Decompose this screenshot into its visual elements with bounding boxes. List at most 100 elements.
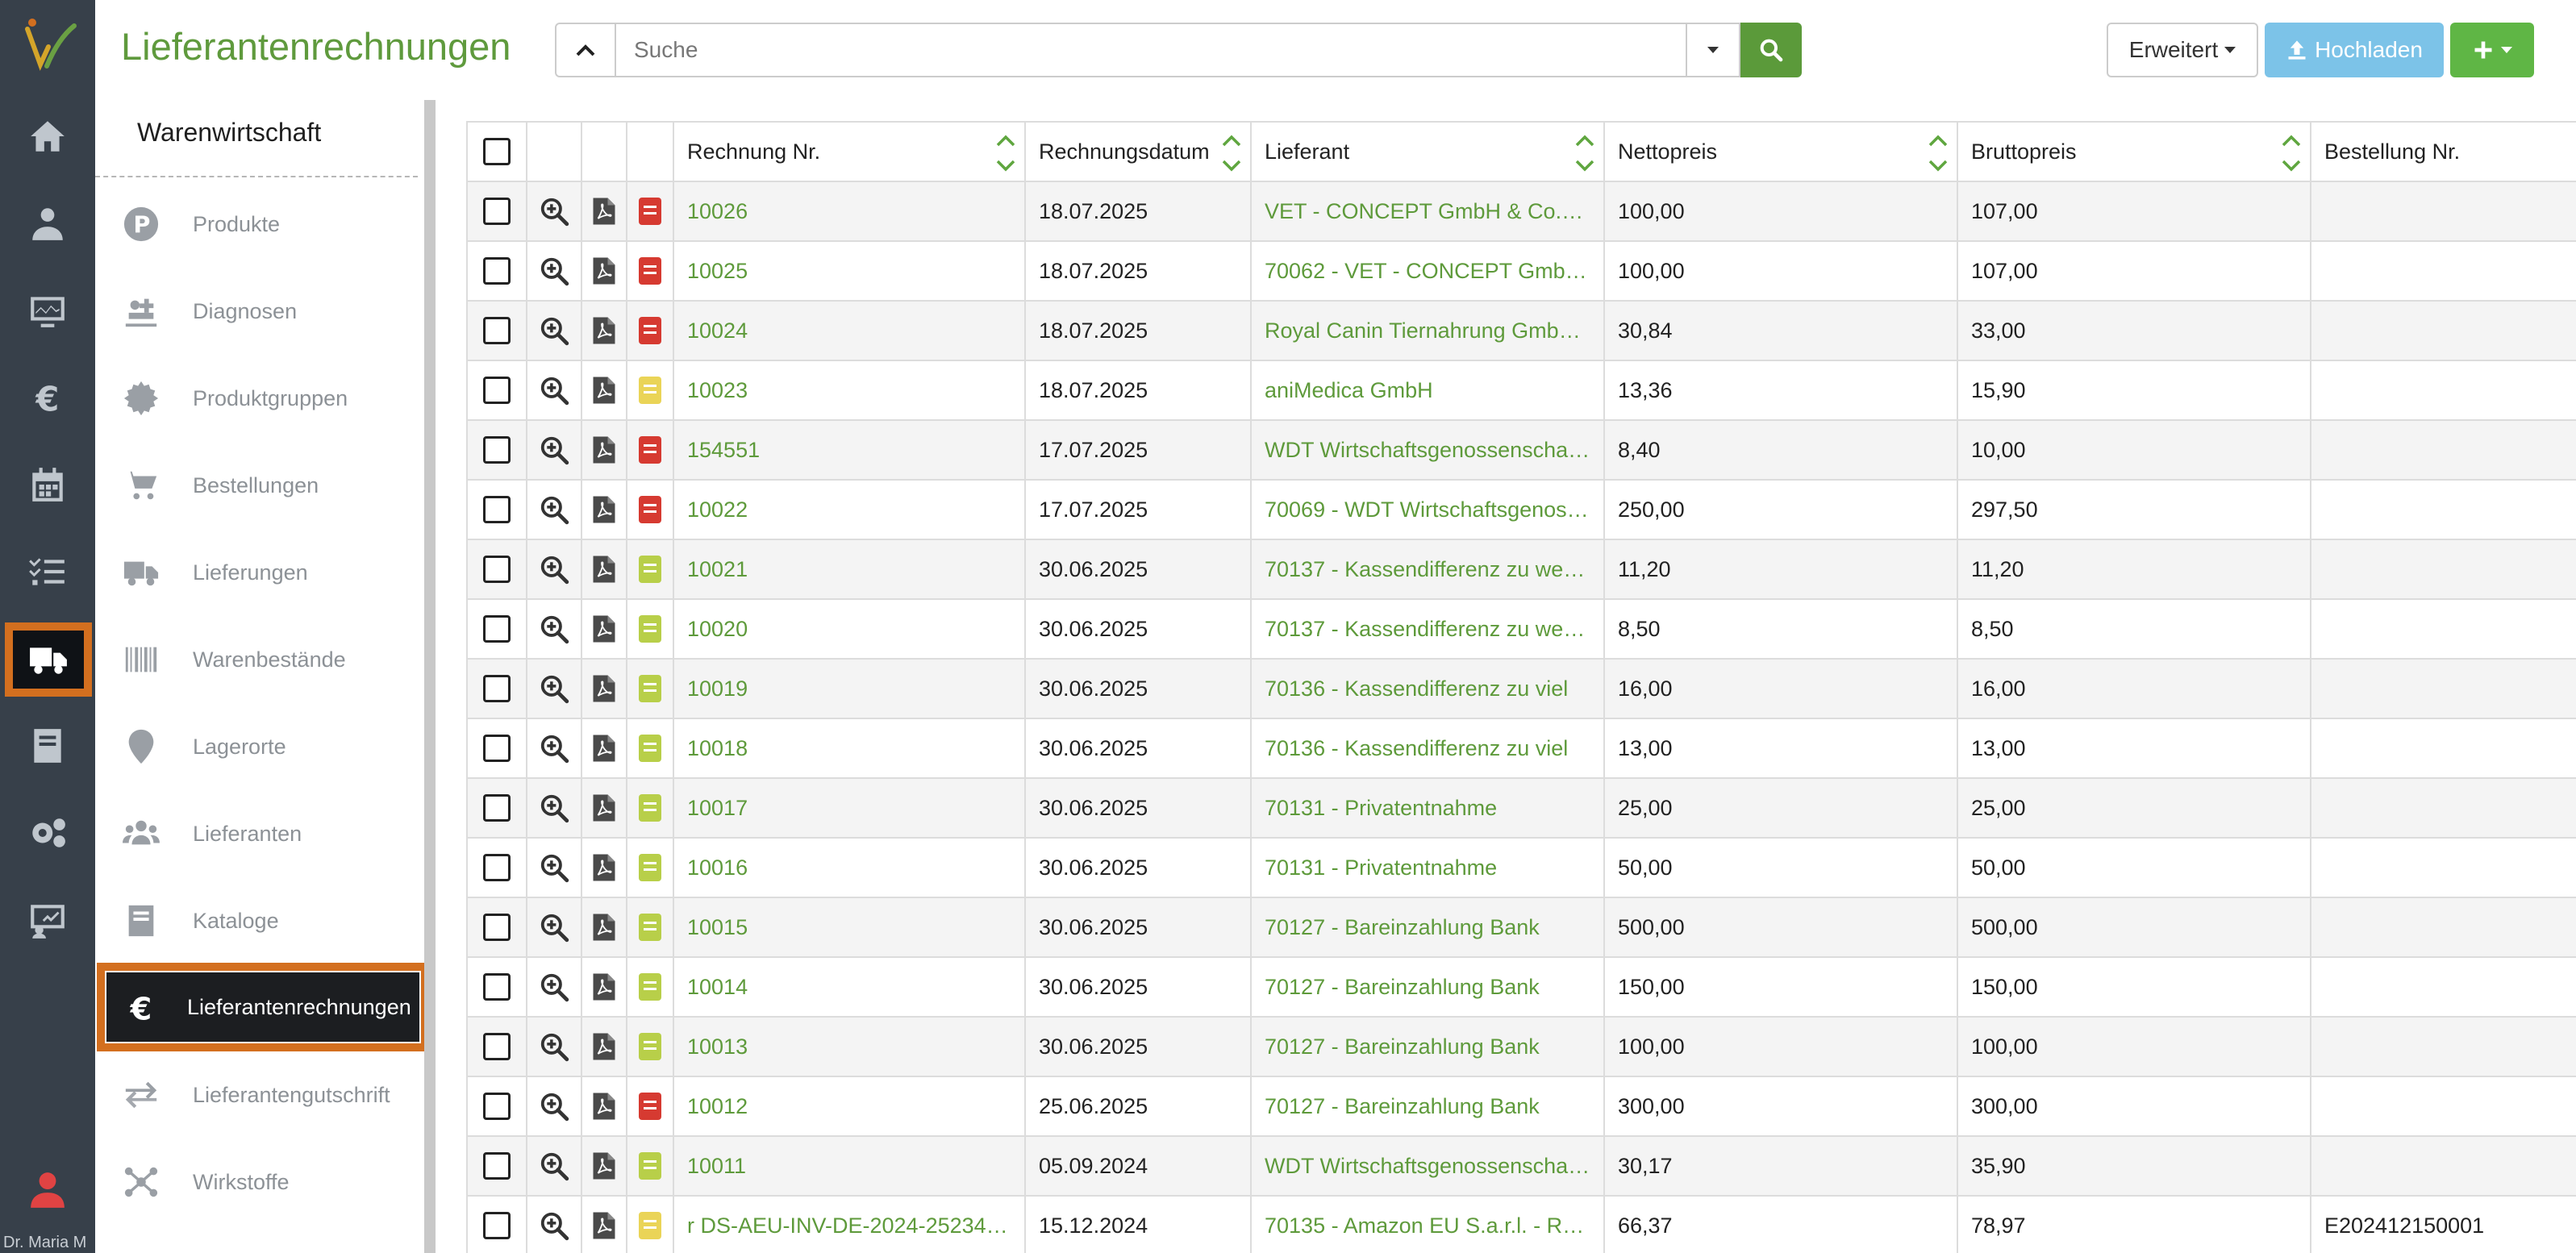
pdf-icon[interactable] xyxy=(592,1151,616,1180)
status-book-icon[interactable] xyxy=(639,973,661,1001)
row-checkbox[interactable] xyxy=(483,198,511,225)
lieferant[interactable]: 70135 - Amazon EU S.a.r.l. - Rumänien xyxy=(1250,1195,1605,1253)
user-avatar-icon[interactable] xyxy=(27,1169,68,1209)
rechnung-nr[interactable]: 10011 xyxy=(673,1135,1026,1197)
row-checkbox[interactable] xyxy=(483,854,511,881)
zoom-in-icon[interactable] xyxy=(539,315,569,346)
pdf-icon[interactable] xyxy=(592,853,616,882)
table-row[interactable]: 10026 18.07.2025 VET - CONCEPT GmbH & Co… xyxy=(466,181,2576,242)
lieferant[interactable]: 70136 - Kassendifferenz zu viel xyxy=(1250,658,1605,719)
row-checkbox[interactable] xyxy=(483,556,511,583)
lieferant[interactable]: VET - CONCEPT GmbH & Co.KG xyxy=(1250,181,1605,242)
sort-icon[interactable] xyxy=(1221,131,1242,176)
rechnung-nr[interactable]: 10014 xyxy=(673,956,1026,1018)
select-all-checkbox[interactable] xyxy=(483,138,511,165)
rail-finance[interactable]: € xyxy=(0,361,95,434)
sidebar-item-lieferantengutschrift[interactable]: Lieferantengutschrift xyxy=(95,1059,418,1130)
lieferant[interactable]: aniMedica GmbH xyxy=(1250,360,1605,421)
rechnung-nr[interactable]: 154551 xyxy=(673,419,1026,481)
search-collapse-button[interactable] xyxy=(555,23,616,77)
zoom-in-icon[interactable] xyxy=(539,494,569,525)
table-row[interactable]: 10015 30.06.2025 70127 - Bareinzahlung B… xyxy=(466,897,2576,958)
row-checkbox[interactable] xyxy=(483,794,511,822)
table-row[interactable]: r DS-AEU-INV-DE-2024-252349866 15.12.202… xyxy=(466,1195,2576,1253)
row-checkbox[interactable] xyxy=(483,1093,511,1120)
table-row[interactable]: 10023 18.07.2025 aniMedica GmbH 13,36 15… xyxy=(466,360,2576,421)
rechnung-nr[interactable]: 10017 xyxy=(673,777,1026,839)
sort-icon[interactable] xyxy=(995,131,1016,176)
sidebar-scrollbar[interactable] xyxy=(424,100,436,1253)
rail-settings[interactable] xyxy=(0,797,95,869)
table-row[interactable]: 10018 30.06.2025 70136 - Kassendifferenz… xyxy=(466,718,2576,779)
zoom-in-icon[interactable] xyxy=(539,256,569,286)
status-book-icon[interactable] xyxy=(639,257,661,285)
pdf-icon[interactable] xyxy=(592,734,616,763)
status-book-icon[interactable] xyxy=(639,1093,661,1120)
zoom-in-icon[interactable] xyxy=(539,614,569,644)
row-checkbox[interactable] xyxy=(483,1033,511,1060)
pdf-icon[interactable] xyxy=(592,913,616,942)
sidebar-item-warenbestaende[interactable]: Warenbestände xyxy=(95,624,418,695)
row-checkbox[interactable] xyxy=(483,1152,511,1180)
lieferant[interactable]: WDT Wirtschaftsgenossenschaft deutscher … xyxy=(1250,419,1605,481)
search-button[interactable] xyxy=(1740,23,1802,77)
rechnung-nr[interactable]: 10019 xyxy=(673,658,1026,719)
rechnung-nr[interactable]: 10020 xyxy=(673,598,1026,660)
status-book-icon[interactable] xyxy=(639,496,661,523)
status-book-icon[interactable] xyxy=(639,377,661,404)
table-row[interactable]: 10017 30.06.2025 70131 - Privatentnahme … xyxy=(466,777,2576,839)
pdf-icon[interactable] xyxy=(592,555,616,584)
rail-home[interactable] xyxy=(0,100,95,173)
sidebar-item-diagnosen[interactable]: Diagnosen xyxy=(95,276,418,347)
sidebar-item-lieferantenrechnungen[interactable]: € Lieferantenrechnungen xyxy=(97,963,429,1051)
zoom-in-icon[interactable] xyxy=(539,1210,569,1241)
sidebar-item-lieferungen[interactable]: Lieferungen xyxy=(95,537,418,608)
row-checkbox[interactable] xyxy=(483,914,511,941)
status-book-icon[interactable] xyxy=(639,198,661,225)
app-logo[interactable] xyxy=(16,15,79,79)
erweitert-button[interactable]: Erweitert xyxy=(2107,23,2258,77)
pdf-icon[interactable] xyxy=(592,793,616,822)
row-checkbox[interactable] xyxy=(483,257,511,285)
row-checkbox[interactable] xyxy=(483,1212,511,1239)
sidebar-item-lagerorte[interactable]: Lagerorte xyxy=(95,711,418,782)
table-row[interactable]: 10013 30.06.2025 70127 - Bareinzahlung B… xyxy=(466,1016,2576,1077)
lieferant[interactable]: 70136 - Kassendifferenz zu viel xyxy=(1250,718,1605,779)
table-row[interactable]: 10016 30.06.2025 70131 - Privatentnahme … xyxy=(466,837,2576,898)
status-book-icon[interactable] xyxy=(639,1212,661,1239)
rail-monitor[interactable] xyxy=(0,274,95,347)
header-bestellung-nr[interactable]: Bestellung Nr. xyxy=(2310,121,2576,182)
lieferant[interactable]: 70137 - Kassendifferenz zu wenig xyxy=(1250,539,1605,600)
rechnung-nr[interactable]: 10013 xyxy=(673,1016,1026,1077)
lieferant[interactable]: 70131 - Privatentnahme xyxy=(1250,777,1605,839)
lieferant[interactable]: 70069 - WDT Wirtschaftsgenossenschaft xyxy=(1250,479,1605,540)
zoom-in-icon[interactable] xyxy=(539,1031,569,1062)
rail-calendar[interactable] xyxy=(0,448,95,521)
zoom-in-icon[interactable] xyxy=(539,912,569,943)
pdf-icon[interactable] xyxy=(592,197,616,226)
sidebar-item-lieferanten[interactable]: Lieferanten xyxy=(95,798,418,869)
lieferant[interactable]: 70127 - Bareinzahlung Bank xyxy=(1250,956,1605,1018)
rail-warenwirtschaft[interactable] xyxy=(5,622,92,697)
row-checkbox[interactable] xyxy=(483,735,511,762)
pdf-icon[interactable] xyxy=(592,256,616,285)
header-lieferant[interactable]: Lieferant xyxy=(1250,121,1605,182)
pdf-icon[interactable] xyxy=(592,1092,616,1121)
rechnung-nr[interactable]: 10025 xyxy=(673,240,1026,302)
rechnung-nr[interactable]: 10012 xyxy=(673,1076,1026,1137)
status-book-icon[interactable] xyxy=(639,794,661,822)
row-checkbox[interactable] xyxy=(483,675,511,702)
rechnung-nr[interactable]: r DS-AEU-INV-DE-2024-252349866 xyxy=(673,1195,1026,1253)
pdf-icon[interactable] xyxy=(592,435,616,464)
sort-icon[interactable] xyxy=(1928,131,1949,176)
status-book-icon[interactable] xyxy=(639,556,661,583)
lieferant[interactable]: Royal Canin Tiernahrung GmbH & Co. KG xyxy=(1250,300,1605,361)
rail-tasks[interactable] xyxy=(0,535,95,608)
sidebar-item-produkte[interactable]: P Produkte xyxy=(95,189,418,260)
search-options-dropdown[interactable] xyxy=(1687,23,1740,77)
pdf-icon[interactable] xyxy=(592,376,616,405)
pdf-icon[interactable] xyxy=(592,972,616,1001)
header-bruttopreis[interactable]: Bruttopreis xyxy=(1957,121,2311,182)
pdf-icon[interactable] xyxy=(592,674,616,703)
status-book-icon[interactable] xyxy=(639,1152,661,1180)
